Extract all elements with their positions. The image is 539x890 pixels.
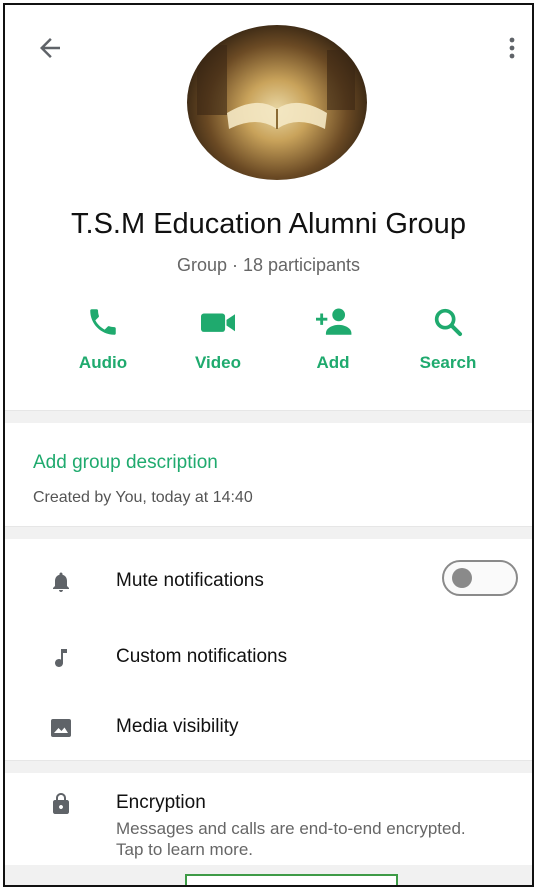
section-divider [5,410,532,423]
search-label: Search [419,353,477,372]
created-info: Created by You, today at 14:40 [33,489,253,506]
group-avatar[interactable] [187,25,367,180]
add-label: Add [316,353,350,372]
section-divider [5,526,532,539]
toggle-knob [452,568,472,588]
action-buttons: Audio Video Add Search [5,305,532,395]
mute-notifications-label: Mute notifications [116,570,264,591]
custom-notifications-label: Custom notifications [116,646,288,667]
add-person-icon [316,308,352,335]
custom-notifications-row[interactable]: Custom notifications [5,646,532,706]
bell-icon [53,572,69,592]
video-label: Video [195,353,241,372]
more-options-button[interactable] [506,33,518,63]
search-icon [434,308,463,337]
media-visibility-label: Media visibility [116,716,239,737]
audio-label: Audio [78,353,128,372]
group-participants-count[interactable]: Group · 18 participants [5,255,532,276]
group-info-screen: T.S.M Education Alumni Group Group · 18 … [3,3,534,887]
arrow-left-icon [40,38,60,58]
section-divider [5,760,532,773]
music-note-icon [55,649,67,667]
group-title: T.S.M Education Alumni Group [71,208,466,240]
encryption-description[interactable]: Messages and calls are end-to-end encryp… [116,818,496,860]
encryption-label: Encryption [116,792,206,813]
open-book-image [197,45,355,129]
add-participant-button[interactable]: Add [288,305,378,373]
lock-icon [53,793,69,814]
video-call-button[interactable]: Video [173,305,263,373]
back-button[interactable] [35,33,65,63]
image-icon [51,719,71,737]
phone-icon [90,309,116,335]
mute-toggle[interactable] [442,560,518,596]
more-vert-icon [509,37,515,59]
search-button[interactable]: Search [403,305,493,373]
add-group-description-link[interactable]: Add group description [33,452,218,474]
video-icon [201,313,235,332]
highlight-box [185,874,398,885]
audio-call-button[interactable]: Audio [58,305,148,373]
